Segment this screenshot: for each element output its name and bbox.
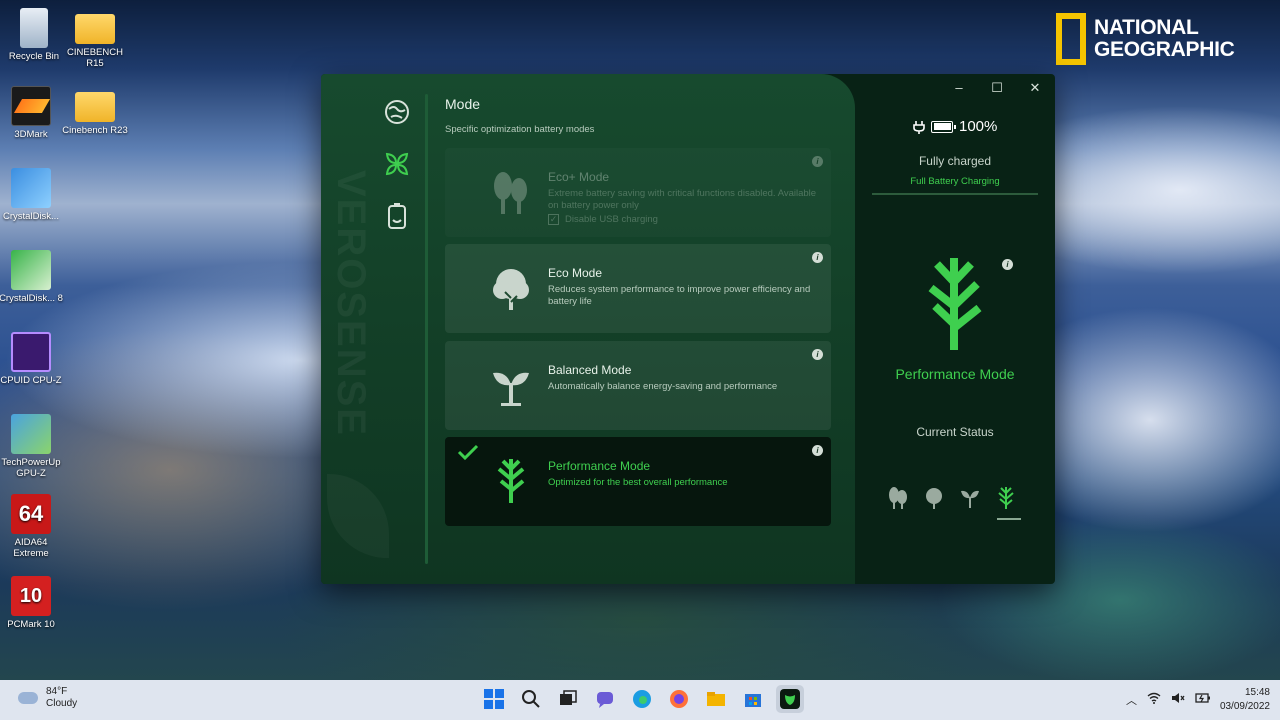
divider [872,193,1038,195]
mode-card-performance[interactable]: Performance Mode Optimized for the best … [445,437,831,526]
mode-card-balanced[interactable]: Balanced Mode Automatically balance ener… [445,341,831,430]
mode-subtitle: Specific optimization battery modes [445,124,595,135]
windows-icon [484,689,504,709]
desktop-icon-aida64[interactable]: 64 AIDA64 Extreme [0,494,65,559]
firefox-icon [670,690,688,708]
chevron-up-icon[interactable]: ︿ [1126,692,1137,708]
checkmark-icon: ✓ [548,214,559,225]
recycle-bin-icon [20,8,48,48]
desktop-icon-cinebench-r15[interactable]: CINEBENCH R15 [61,8,129,69]
battery-icon [931,120,956,133]
wifi-icon[interactable] [1147,692,1161,704]
edge-icon [633,690,651,708]
search-icon [522,690,540,708]
nav-divider [425,94,428,564]
store-button[interactable] [739,685,767,713]
yellow-rectangle-icon [1056,13,1086,65]
nav-leaves-icon[interactable] [383,150,411,178]
desktop-icon-pcmark10[interactable]: 10 PCMark 10 [0,576,65,630]
system-tray: ︿ [1126,692,1211,708]
desktop-icon-crystaldisk-8[interactable]: CrystalDisk... 8 [0,250,65,304]
info-icon[interactable]: i [812,156,823,167]
crystaldiskmark-icon [11,250,51,290]
battery-percent: 100% [959,118,998,135]
verosense-app-window: VEROSENSE Mode Specific optimization bat… [321,74,1055,584]
two-trees-icon [494,172,527,214]
mode-panel: VEROSENSE Mode Specific optimization bat… [321,74,855,584]
desktop-icon-gpuz[interactable]: TechPowerUp GPU-Z [0,414,65,479]
maximize-button[interactable]: ☐ [982,78,1012,98]
mode-quick-switch [887,486,1017,510]
round-tree-icon[interactable] [923,486,945,510]
search-button[interactable] [517,685,545,713]
store-icon [745,694,761,707]
current-status-label: Current Status [916,425,994,439]
mode-title: Mode [445,96,481,112]
desktop-icon-cpuz[interactable]: CPUID CPU-Z [0,332,65,386]
branch-tree-icon [497,459,525,503]
cloud-icon [18,692,38,704]
disable-usb-charging-checkbox[interactable]: ✓ Disable USB charging [548,214,658,225]
verosense-icon [780,689,800,709]
task-view-button[interactable] [554,685,582,713]
desktop-icon-crystaldisk[interactable]: CrystalDisk... [0,168,65,222]
start-button[interactable] [480,685,508,713]
aida64-icon: 64 [11,494,51,534]
close-button[interactable]: ✕ [1020,78,1050,98]
speaker-muted-icon[interactable] [1171,692,1185,704]
desktop-icon-recycle-bin[interactable]: Recycle Bin [0,8,68,62]
desktop-icon-3dmark[interactable]: 3DMark [0,86,65,140]
branch-tree-icon[interactable] [995,486,1017,510]
crystaldiskinfo-icon [11,168,51,208]
folder-icon [75,14,115,44]
nav-battery-icon[interactable] [383,202,411,230]
firefox-button[interactable] [665,685,693,713]
3dmark-icon [11,86,51,126]
plug-icon [913,120,925,134]
round-tree-icon [493,269,529,310]
taskbar-apps [480,685,804,713]
checkmark-icon [457,444,479,461]
charge-mode-label: Full Battery Charging [910,176,1000,187]
file-explorer-button[interactable] [702,685,730,713]
task-view-icon [560,690,577,705]
minimize-button[interactable]: – [944,78,974,98]
cpu-z-icon [11,332,51,372]
weather-widget[interactable]: 84°F Cloudy [18,686,77,710]
chat-icon [597,692,613,708]
info-icon[interactable]: i [812,252,823,263]
national-geographic-logo: NATIONAL GEOGRAPHIC [1056,13,1235,65]
info-icon[interactable]: i [812,349,823,360]
taskbar-clock[interactable]: 15:48 03/09/2022 [1214,686,1270,714]
sprout-icon[interactable] [959,486,981,510]
mode-card-eco-plus[interactable]: Eco+ Mode Extreme battery saving with cr… [445,148,831,237]
info-icon[interactable]: i [1002,259,1013,270]
performance-tree-icon [928,258,982,350]
battery-charging-icon[interactable] [1195,692,1211,704]
taskbar: 84°F Cloudy ︿ 15:48 03/09/2022 [0,680,1280,720]
battery-status: 100% [913,118,997,135]
desktop-icon-cinebench-r23[interactable]: Cinebench R23 [61,86,129,136]
verosense-taskbar-button[interactable] [776,685,804,713]
folder-icon [707,692,725,706]
pcmark10-icon: 10 [11,576,51,616]
info-icon[interactable]: i [812,445,823,456]
leaf-decoration [327,474,389,558]
two-trees-icon[interactable] [887,486,909,510]
sprout-icon [493,372,529,406]
nav-globe-icon[interactable] [383,98,411,126]
battery-charged-status: Fully charged [918,154,992,168]
teams-chat-button[interactable] [591,685,619,713]
gpu-z-icon [11,414,51,454]
edge-button[interactable] [628,685,656,713]
folder-icon [75,92,115,122]
mode-card-eco[interactable]: Eco Mode Reduces system performance to i… [445,244,831,333]
current-mode-label: Performance Mode [895,366,1015,382]
selected-indicator [997,518,1021,520]
